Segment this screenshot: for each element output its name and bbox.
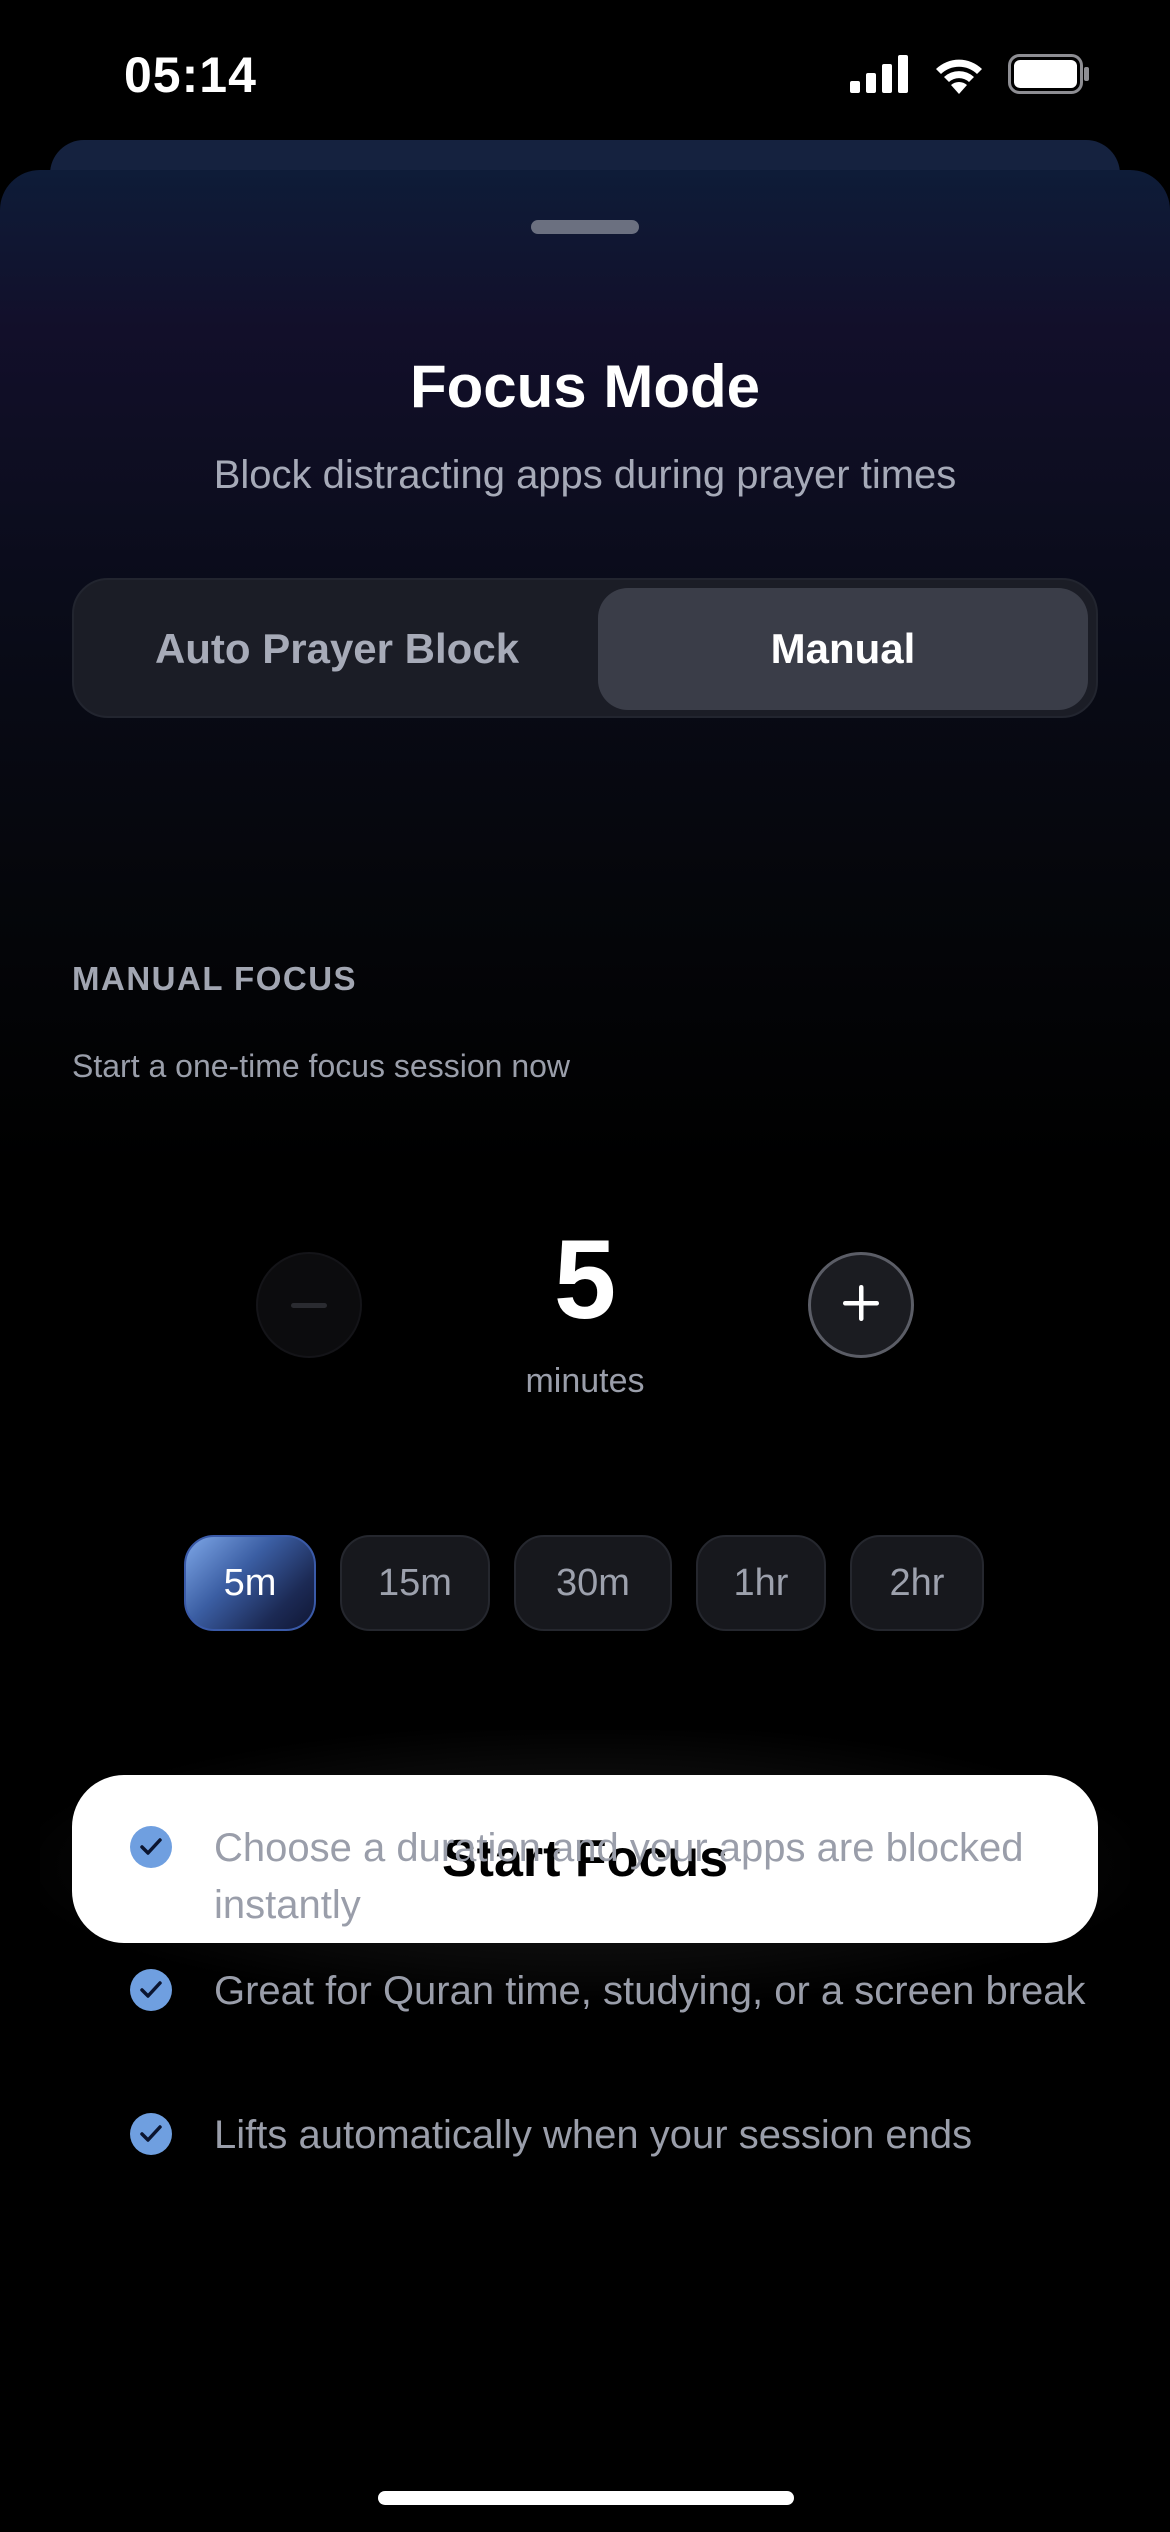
preset-2hr[interactable]: 2hr bbox=[850, 1535, 984, 1631]
manual-focus-description: Start a one-time focus session now bbox=[72, 1048, 571, 1084]
preset-5m[interactable]: 5m bbox=[184, 1535, 316, 1631]
focus-mode-sheet: Focus Mode Block distracting apps during… bbox=[0, 170, 1170, 2532]
feature-text: Great for Quran time, studying, or a scr… bbox=[214, 1969, 1086, 2013]
segment-manual[interactable]: Manual bbox=[598, 588, 1088, 710]
status-time: 05:14 bbox=[124, 47, 257, 103]
battery-icon bbox=[1008, 54, 1090, 99]
duration-value: 5 bbox=[553, 1217, 617, 1342]
feature-text: Choose a duration and your apps are bloc… bbox=[214, 1826, 1024, 1927]
cellular-signal-icon bbox=[850, 55, 910, 98]
status-bar: 05:14 bbox=[0, 0, 1170, 150]
duration-presets: 5m 15m 30m 1hr 2hr bbox=[0, 1535, 1170, 1631]
increment-button[interactable] bbox=[808, 1252, 914, 1358]
home-indicator[interactable] bbox=[378, 2491, 794, 2505]
wifi-icon bbox=[932, 54, 986, 99]
checkmark-icon bbox=[130, 1969, 172, 2011]
sheet-subtitle: Block distracting apps during prayer tim… bbox=[213, 453, 957, 497]
sheet-title: Focus Mode bbox=[409, 353, 760, 420]
preset-30m[interactable]: 30m bbox=[514, 1535, 672, 1631]
focus-mode-screen: 05:14 Focus Mode Block distracting apps … bbox=[0, 0, 1170, 2532]
minus-icon bbox=[291, 1296, 327, 1314]
status-icons bbox=[850, 54, 1090, 99]
manual-focus-heading: MANUAL FOCUS bbox=[72, 960, 358, 997]
preset-15m[interactable]: 15m bbox=[340, 1535, 490, 1631]
duration-unit: minutes bbox=[525, 1362, 645, 1400]
decrement-button[interactable] bbox=[256, 1252, 362, 1358]
feature-text: Lifts automatically when your session en… bbox=[214, 2113, 973, 2157]
plus-icon bbox=[841, 1283, 881, 1328]
checkmark-icon bbox=[130, 2113, 172, 2155]
segment-auto-prayer-block[interactable]: Auto Prayer Block bbox=[82, 588, 592, 710]
sheet-grabber[interactable] bbox=[531, 220, 639, 234]
preset-1hr[interactable]: 1hr bbox=[696, 1535, 826, 1631]
mode-segmented-control: Auto Prayer Block Manual bbox=[72, 578, 1098, 718]
checkmark-icon bbox=[130, 1826, 172, 1868]
